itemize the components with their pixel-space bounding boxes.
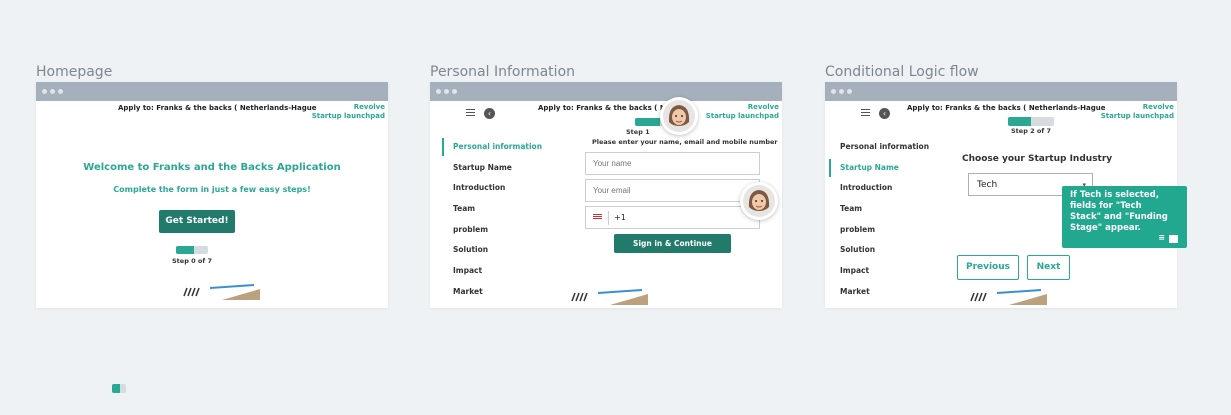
sidebar-nav: Personal information Startup Name Introd… (829, 140, 929, 306)
step-indicator: Step 1 (626, 128, 650, 136)
toggle-fill (112, 384, 120, 393)
brand-label: Revolve Startup launchpad (706, 103, 779, 121)
step-indicator: Step 2 of 7 (1011, 127, 1051, 135)
sidebar-item-solution[interactable]: Solution (829, 243, 929, 264)
phone-field[interactable]: +1 (585, 206, 760, 229)
welcome-heading: Welcome to Franks and the Backs Applicat… (83, 162, 341, 173)
phone-prefix: +1 (614, 213, 626, 222)
progress-fill (1008, 117, 1031, 126)
mini-toggle[interactable] (112, 384, 126, 393)
selected-industry: Tech (977, 180, 998, 190)
form-instruction: Please enter your name, email and mobile… (592, 138, 778, 146)
frame-title-personal: Personal Information (430, 64, 576, 80)
window-dots (42, 89, 63, 94)
previous-button[interactable]: Previous (957, 255, 1019, 280)
progress-bar (1008, 117, 1054, 126)
avatar-icon (660, 97, 698, 135)
brand-line-1: Revolve (747, 103, 779, 111)
bookmark-icon[interactable] (1169, 235, 1178, 243)
next-button[interactable]: Next (1027, 255, 1070, 280)
email-input[interactable] (585, 179, 760, 202)
progress-fill (635, 118, 661, 126)
conditional-logic-tooltip: If Tech is selected, fields for "Tech St… (1062, 186, 1187, 248)
sidebar-item-team[interactable]: Team (829, 202, 929, 223)
sidebar-item-impact[interactable]: Impact (829, 264, 929, 285)
get-started-button[interactable]: Get Started! (159, 210, 235, 233)
tooltip-text: If Tech is selected, fields for "Tech St… (1070, 190, 1168, 233)
window-chrome (430, 82, 782, 101)
homepage-frame: Apply to: Franks & the backs ( Netherlan… (36, 82, 388, 308)
menu-icon[interactable] (861, 109, 870, 118)
sidebar-item-market[interactable]: Market (829, 285, 929, 306)
window-dots (436, 89, 457, 94)
brand-line-1: Revolve (353, 103, 385, 111)
sidebar-item-problem[interactable]: problem (442, 223, 542, 244)
brand-line-2: Startup launchpad (1100, 112, 1174, 120)
window-dots (831, 89, 852, 94)
industry-question: Choose your Startup Industry (962, 154, 1113, 164)
progress-fill (176, 246, 194, 254)
sidebar-item-solution[interactable]: Solution (442, 243, 542, 264)
frame-title-conditional: Conditional Logic flow (825, 64, 979, 80)
progress-bar (635, 118, 663, 126)
back-arrow-icon[interactable]: ‹ (879, 108, 890, 119)
progress-bar (176, 246, 208, 254)
sidebar-item-introduction[interactable]: Introduction (829, 181, 929, 202)
illustration-icon (970, 289, 1047, 305)
window-chrome (36, 82, 388, 101)
sidebar-item-problem[interactable]: problem (829, 223, 929, 244)
sidebar-item-startup-name[interactable]: Startup Name (442, 161, 542, 182)
sidebar-item-personal-information[interactable]: Personal information (829, 140, 929, 161)
sidebar-nav: Personal information Startup Name Introd… (442, 138, 542, 306)
welcome-subtitle: Complete the form in just a few easy ste… (113, 185, 311, 194)
us-flag-icon (593, 214, 602, 220)
menu-icon[interactable] (466, 109, 475, 118)
frame-title-homepage: Homepage (36, 64, 113, 80)
brand-line-2: Startup launchpad (311, 112, 385, 120)
sidebar-item-introduction[interactable]: Introduction (442, 181, 542, 202)
note-icon[interactable]: ≡ (1158, 232, 1165, 243)
apply-text: Apply to: Franks & the backs ( Netherlan… (907, 104, 1106, 112)
sidebar-item-personal-information[interactable]: Personal information (442, 138, 542, 161)
avatar-icon (740, 182, 778, 220)
sidebar-item-market[interactable]: Market (442, 285, 542, 306)
brand-line-1: Revolve (1142, 103, 1174, 111)
sign-in-continue-button[interactable]: Sign in & Continue (614, 234, 731, 253)
brand-label: Revolve Startup launchpad (312, 103, 385, 121)
step-indicator: Step 0 of 7 (172, 257, 212, 265)
illustration-icon (571, 289, 648, 305)
sidebar-item-team[interactable]: Team (442, 202, 542, 223)
name-input[interactable] (585, 152, 760, 175)
brand-label: Revolve Startup launchpad (1101, 103, 1174, 121)
apply-text: Apply to: Franks & the backs ( Netherlan… (118, 104, 317, 112)
brand-line-2: Startup launchpad (705, 112, 779, 120)
back-arrow-icon[interactable]: ‹ (484, 108, 495, 119)
illustration-icon (183, 284, 260, 300)
personal-info-frame: ‹ Apply to: Franks & the backs ( Netherl… (430, 82, 782, 308)
sidebar-item-startup-name[interactable]: Startup Name (829, 158, 929, 182)
window-chrome (825, 82, 1177, 101)
sidebar-item-impact[interactable]: Impact (442, 264, 542, 285)
